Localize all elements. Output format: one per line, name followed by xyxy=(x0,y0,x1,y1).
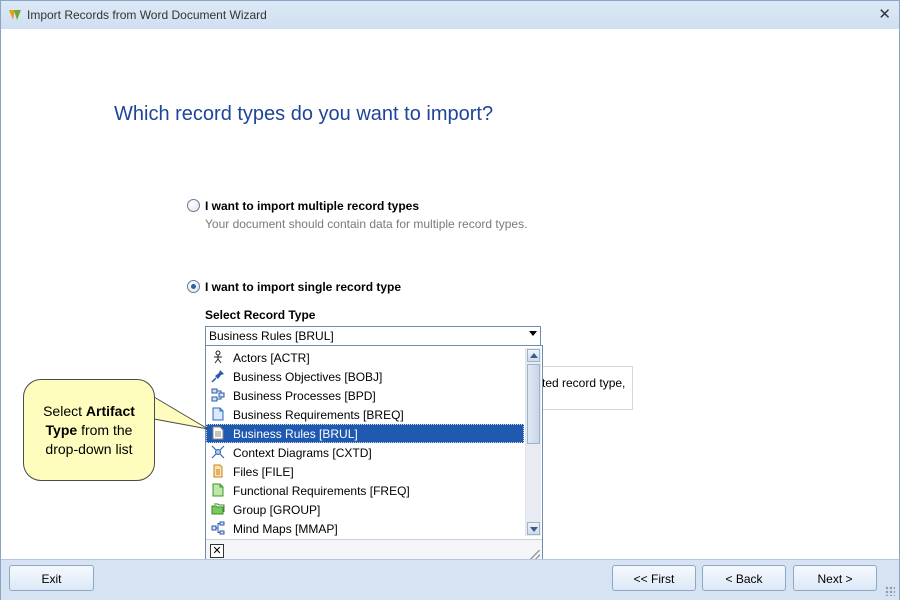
radio-single-label[interactable]: I want to import single record type xyxy=(205,280,401,294)
list-item-label: Functional Requirements [FREQ] xyxy=(233,484,410,498)
window-resize-grip-icon[interactable] xyxy=(885,586,895,596)
close-icon[interactable]: ✕ xyxy=(878,5,891,23)
context-diagram-icon xyxy=(211,445,225,459)
list-item-label: Business Objectives [BOBJ] xyxy=(233,370,383,384)
list-item-label: Group [GROUP] xyxy=(233,503,321,517)
app-logo-icon xyxy=(9,10,21,20)
scroll-down-icon[interactable] xyxy=(527,522,540,535)
chevron-down-icon[interactable] xyxy=(529,331,537,336)
list-item-functional-requirements[interactable]: Functional Requirements [FREQ] xyxy=(206,481,524,500)
select-record-type-label: Select Record Type xyxy=(205,308,316,322)
list-item-business-objectives[interactable]: Business Objectives [BOBJ] xyxy=(206,367,524,386)
callout-text-post2: drop-down list xyxy=(45,441,133,457)
rules-doc-icon xyxy=(212,426,224,440)
exit-button[interactable]: Exit xyxy=(9,565,94,591)
group-icon xyxy=(211,503,225,515)
scroll-thumb[interactable] xyxy=(527,364,540,444)
callout-pointer xyxy=(153,396,209,430)
radio-multiple-label[interactable]: I want to import multiple record types xyxy=(205,199,419,213)
bottom-button-bar: Exit << First < Back Next > xyxy=(1,559,899,600)
list-item-label: Actors [ACTR] xyxy=(233,351,310,365)
back-button[interactable]: < Back xyxy=(702,565,786,591)
scroll-up-icon[interactable] xyxy=(527,349,540,362)
list-item-label: Business Requirements [BREQ] xyxy=(233,408,404,422)
functional-doc-icon xyxy=(212,483,224,497)
list-item-label: Mind Maps [MMAP] xyxy=(233,522,338,536)
requirement-doc-icon xyxy=(212,407,224,421)
pushpin-icon xyxy=(211,370,224,383)
info-panel: ted record type, xyxy=(531,366,633,410)
window-title: Import Records from Word Document Wizard xyxy=(27,8,267,22)
list-item-context-diagrams[interactable]: Context Diagrams [CXTD] xyxy=(206,443,524,462)
page-heading: Which record types do you want to import… xyxy=(114,103,494,125)
info-text: ted record type, xyxy=(542,376,626,390)
callout-text-post1: from the xyxy=(77,422,133,438)
record-type-combobox[interactable]: Business Rules [BRUL] xyxy=(205,326,541,346)
radio-multiple-record-types[interactable] xyxy=(187,199,200,212)
radio-multiple-description: Your document should contain data for mu… xyxy=(205,217,528,231)
title-bar: Import Records from Word Document Wizard… xyxy=(1,1,899,29)
first-button[interactable]: << First xyxy=(612,565,696,591)
file-icon xyxy=(213,464,223,478)
tooltip-callout: Select Artifact Type from the drop-down … xyxy=(23,379,155,481)
list-item-label: Business Processes [BPD] xyxy=(233,389,376,403)
actor-icon xyxy=(214,350,222,364)
callout-text-pre: Select xyxy=(43,403,86,419)
list-item-business-processes[interactable]: Business Processes [BPD] xyxy=(206,386,524,405)
list-item-actors[interactable]: Actors [ACTR] xyxy=(206,348,524,367)
list-item-business-rules[interactable]: Business Rules [BRUL] xyxy=(206,424,524,443)
callout-text-bold-type: Type xyxy=(45,422,78,438)
wizard-window: Import Records from Word Document Wizard… xyxy=(0,0,900,600)
list-item-label: Files [FILE] xyxy=(233,465,294,479)
dropdown-scrollbar[interactable] xyxy=(525,348,541,536)
list-item-mind-maps[interactable]: Mind Maps [MMAP] xyxy=(206,519,524,538)
callout-text-bold-artifact: Artifact xyxy=(85,403,135,419)
list-item-business-requirements[interactable]: Business Requirements [BREQ] xyxy=(206,405,524,424)
mind-map-icon xyxy=(211,521,225,535)
list-item-label: Context Diagrams [CXTD] xyxy=(233,446,372,460)
process-diagram-icon xyxy=(211,388,225,402)
record-type-dropdown[interactable]: Actors [ACTR] Business Objectives [BOBJ]… xyxy=(205,345,543,562)
combobox-value: Business Rules [BRUL] xyxy=(209,329,334,343)
list-item-files[interactable]: Files [FILE] xyxy=(206,462,524,481)
list-item-label: Business Rules [BRUL] xyxy=(233,427,358,441)
dropdown-close-icon[interactable]: ✕ xyxy=(210,544,224,558)
radio-single-record-type[interactable] xyxy=(187,280,200,293)
next-button[interactable]: Next > xyxy=(793,565,877,591)
record-type-list: Actors [ACTR] Business Objectives [BOBJ]… xyxy=(206,348,524,539)
list-item-group[interactable]: Group [GROUP] xyxy=(206,500,524,519)
